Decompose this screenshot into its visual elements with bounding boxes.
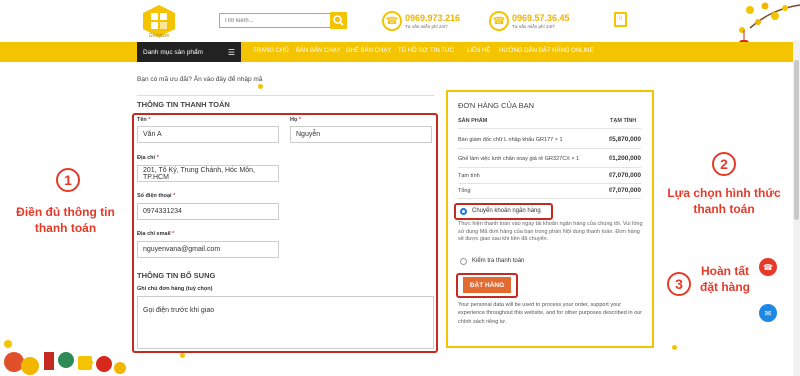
confetti-dot [672,345,677,350]
nav-best-desks[interactable]: BÀN BÁN CHẠY [296,48,341,54]
last-name-field[interactable]: Nguyễn [290,126,432,143]
divider [458,198,641,199]
coupon-link[interactable]: Bạn có mã ưu đãi? Ấn vào đây để nhập mã [137,76,262,83]
search-button[interactable] [330,12,347,29]
order-item: Bàn giám đốc chữ L nhập khẩu GR177 × 1 [458,137,563,143]
email-field[interactable]: nguyenvana@gmail.com [137,241,279,258]
cart-button[interactable]: 0 [614,12,627,27]
total-label: Tổng [458,188,471,194]
divider [458,128,641,129]
nav-cabinets[interactable]: TỦ HỒ SƠ [398,48,427,54]
category-menu[interactable]: Danh mục sản phẩm ☰ [137,42,241,62]
col-product: SẢN PHẨM [458,118,488,124]
order-item-price: ₫1,200,000 [608,155,641,162]
hamburger-icon: ☰ [227,47,235,57]
divider [458,148,641,149]
bank-transfer-label[interactable]: Chuyển khoản ngân hàng [472,208,541,214]
bank-transfer-description: Thực hiện thanh toán vào ngay tài khoản … [458,221,643,243]
divider [458,183,641,184]
last-name-label: Họ * [290,117,302,123]
extra-info-title: THÔNG TIN BỔ SUNG [137,271,216,280]
hotline-2[interactable]: ☎ 0969.57.36.45 Tư vấn miễn phí 24/7 [489,9,570,33]
hotline-1[interactable]: ☎ 0969.973.216 Tư vấn miễn phí 24/7 [382,9,460,33]
step-2-badge: 2 [712,152,736,176]
first-name-field[interactable]: Văn A [137,126,279,143]
order-notes-textarea[interactable]: Gọi điện trước khi giao [137,296,434,349]
nav-order-guide[interactable]: HƯỚNG DẪN ĐẶT HÀNG ONLINE [499,48,594,54]
subtotal-value: ₫7,070,000 [608,172,641,179]
phone-icon: ☎ [489,11,509,31]
email-label: Địa chỉ email * [137,231,175,237]
nav-news[interactable]: TIN TỨC [430,48,454,54]
chat-icon: ✉ [764,308,772,318]
address-field[interactable]: 201, Tô Ký, Trung Chánh, Hóc Môn, TP.HCM [137,165,279,182]
step-2-text: Lựa chọn hình thức thanh toán [667,186,781,216]
order-title: ĐƠN HÀNG CỦA BẠN [458,101,535,110]
tet-decoration [4,340,126,375]
order-notes-label: Ghi chú đơn hàng (tuỳ chọn) [137,286,213,292]
call-button[interactable]: ☎ [759,258,777,276]
step-3-badge: 3 [667,272,691,296]
nav-best-chairs[interactable]: GHẾ BÁN CHẠY [346,48,391,54]
chat-button[interactable]: ✉ [759,304,777,322]
logo-text: Ghegiare [148,33,170,39]
first-name-label: Tên * [137,117,151,123]
nav-home[interactable]: TRANG CHỦ [253,48,289,54]
step-3-text: Hoàn tất đặt hàng [700,264,750,294]
phone-icon: ☎ [763,262,773,272]
hotline-number: 0969.57.36.45 [512,13,570,24]
divider [458,167,641,168]
hotline-sub: Tư vấn miễn phí 24/7 [405,23,448,29]
step-1-badge: 1 [56,168,80,192]
step-1-text: Điền đủ thông tin thanh toán [16,205,115,235]
bank-transfer-radio[interactable] [460,208,467,215]
scrollbar-thumb[interactable] [794,60,799,220]
total-value: ₫7,070,000 [608,187,641,194]
col-subtotal: TẠM TÍNH [610,118,637,124]
search-icon [333,15,344,26]
confetti-dot [258,84,263,89]
search-input[interactable] [219,13,346,28]
hotline-sub: Tư vấn miễn phí 24/7 [512,23,555,29]
category-label: Danh mục sản phẩm [143,48,203,56]
cart-count: 0 [618,16,623,22]
check-payment-label[interactable]: Kiểm tra thanh toán [472,258,524,264]
phone-icon: ☎ [382,11,402,31]
order-item: Ghế làm việc lưới chân xoay giá rẻ GR327… [458,156,580,162]
check-payment-radio[interactable] [460,258,467,265]
phone-label: Số điện thoại * [137,193,176,199]
divider [137,95,434,96]
order-item-price: ₫5,870,000 [608,136,641,143]
billing-title: THÔNG TIN THANH TOÁN [137,100,230,109]
address-label: Địa chỉ * [137,155,159,161]
subtotal-label: Tạm tính [458,173,480,179]
confetti-dot [180,353,185,358]
nav-contact[interactable]: LIÊN HỆ [467,48,490,54]
phone-field[interactable]: 0974331234 [137,203,279,220]
hotline-number: 0969.973.216 [405,13,461,24]
privacy-notice: Your personal data will be used to proce… [458,302,643,325]
place-order-button[interactable]: ĐẶT HÀNG [463,277,511,293]
